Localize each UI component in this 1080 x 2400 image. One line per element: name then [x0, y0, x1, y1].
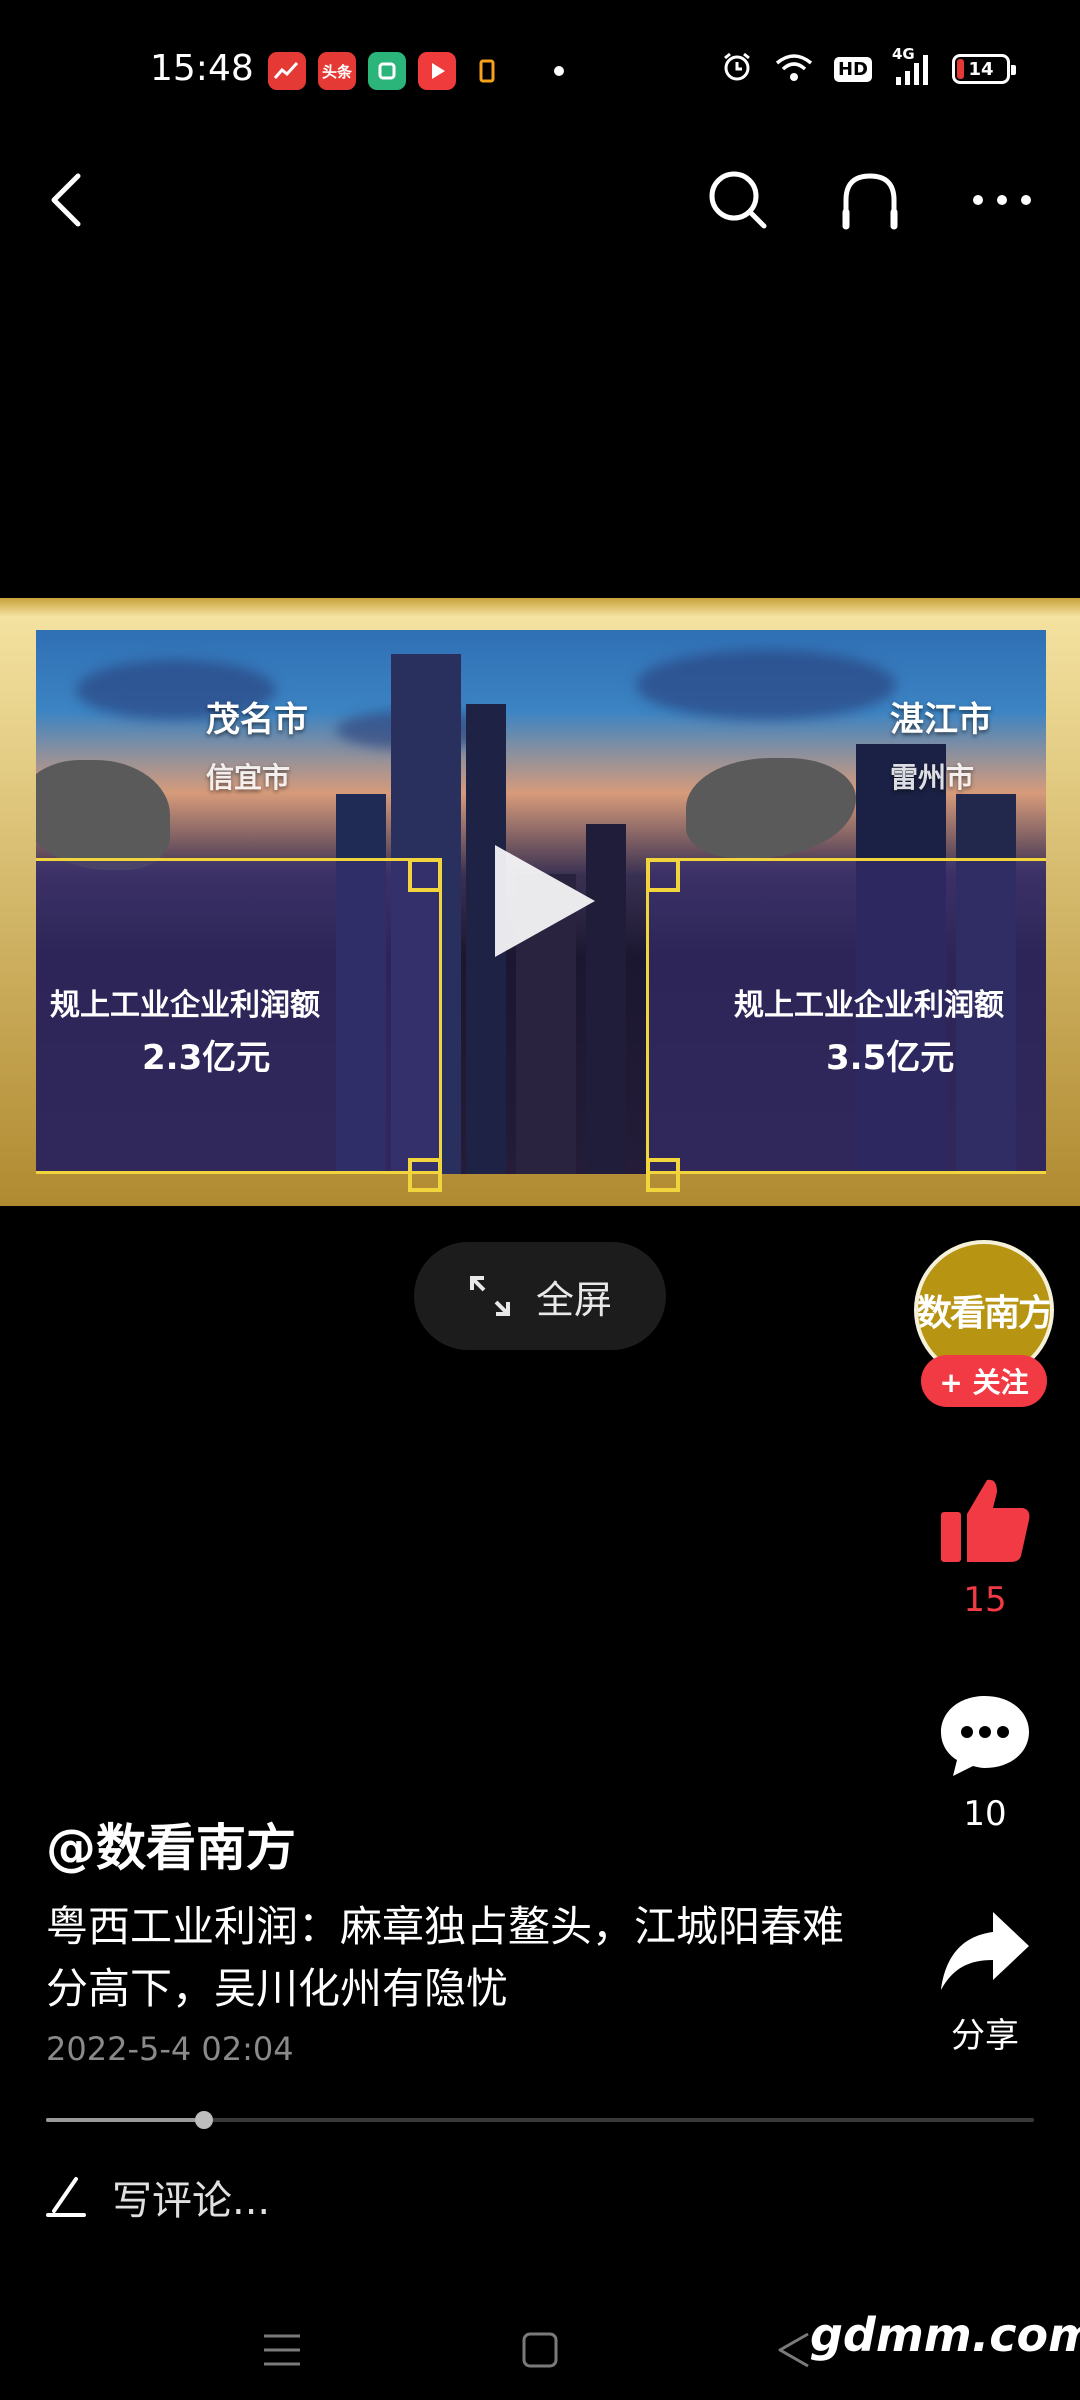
stock-app-icon: [268, 52, 306, 90]
status-indicators: HD 4G 14: [720, 45, 1016, 88]
fullscreen-button[interactable]: 全屏: [414, 1242, 666, 1350]
expand-icon: [469, 1276, 510, 1316]
back-arrow-icon: [51, 173, 81, 227]
frame-corner-ornament: [408, 858, 442, 892]
search-button[interactable]: [688, 150, 788, 250]
left-profit-label: 规上工业企业利润额: [50, 988, 320, 1023]
frame-corner-ornament: [408, 1158, 442, 1192]
progress-knob[interactable]: [195, 2111, 214, 2129]
watermark: gdmm.com: [810, 2308, 1080, 2362]
menu-nav-button[interactable]: [262, 2332, 302, 2372]
home-nav-button[interactable]: [522, 2332, 558, 2372]
orange-app-icon: [468, 52, 506, 90]
back-nav-button[interactable]: [776, 2330, 812, 2374]
video-progress-bar[interactable]: [46, 2111, 1034, 2129]
comment-placeholder: 写评论...: [112, 2178, 271, 2224]
home-square-icon: [522, 2332, 558, 2368]
video-app-icon: [418, 52, 456, 90]
fullscreen-label: 全屏: [535, 1277, 612, 1322]
like-button[interactable]: 15: [910, 1474, 1060, 1620]
comment-bubble-icon: [941, 1696, 1029, 1776]
menu-icon: [264, 2334, 300, 2366]
back-button[interactable]: [16, 150, 116, 250]
toutiao-app-icon: 头条: [318, 52, 356, 90]
comment-input[interactable]: 写评论...: [46, 2162, 746, 2232]
author-handle[interactable]: @数看南方: [46, 1808, 296, 1880]
progress-fill: [46, 2118, 205, 2122]
status-bar: 15:48 头条 HD 4G 14: [0, 0, 1080, 140]
wifi-icon: [774, 51, 814, 87]
avatar-text: 数看南方: [916, 1293, 1053, 1334]
green-app-icon: [368, 52, 406, 90]
play-icon[interactable]: [495, 845, 595, 957]
listen-button[interactable]: [820, 150, 920, 250]
left-city-name: 茂名市: [206, 700, 308, 740]
notification-dot: [554, 66, 564, 76]
frame-corner-ornament: [646, 858, 680, 892]
hd-badge: HD: [833, 56, 872, 82]
comment-button[interactable]: 10: [910, 1690, 1060, 1834]
alarm-icon: [720, 50, 754, 88]
search-icon: [709, 171, 767, 229]
comment-count: 10: [963, 1794, 1007, 1834]
signal-icon: 4G: [892, 45, 932, 87]
right-city-name: 湛江市: [890, 700, 992, 740]
maoming-map: [36, 760, 170, 870]
top-nav: [0, 150, 1080, 250]
more-dots-icon: [973, 195, 1031, 205]
follow-button[interactable]: + 关注: [921, 1355, 1047, 1407]
right-profit-value: 3.5亿元: [826, 1038, 955, 1078]
share-label: 分享: [951, 2016, 1019, 2056]
left-profit-value: 2.3亿元: [142, 1038, 271, 1078]
status-time: 15:48: [150, 48, 254, 89]
left-subcity-name: 信宜市: [206, 761, 291, 794]
share-arrow-icon: [941, 1912, 1029, 1990]
post-caption: 粤西工业利润：麻章独占鳌头，江城阳春难分高下，吴川化州有隐忧: [46, 1902, 845, 2013]
frame-corner-ornament: [646, 1158, 680, 1192]
status-app-icons: 头条: [268, 52, 564, 90]
right-subcity-name: 雷州市: [890, 761, 975, 794]
zhanjiang-map: [686, 758, 856, 858]
share-button[interactable]: 分享: [910, 1908, 1060, 2057]
back-triangle-icon: [778, 2332, 809, 2368]
pen-icon: [46, 2177, 86, 2217]
thumbs-up-icon: [941, 1479, 1030, 1562]
post-date: 2022-5-4 02:04: [46, 2030, 294, 2068]
right-profit-label: 规上工业企业利润额: [734, 988, 1004, 1023]
headphones-icon: [842, 173, 898, 230]
battery-icon: 14: [952, 54, 1016, 84]
like-count: 15: [963, 1580, 1007, 1620]
more-button[interactable]: [952, 150, 1052, 250]
